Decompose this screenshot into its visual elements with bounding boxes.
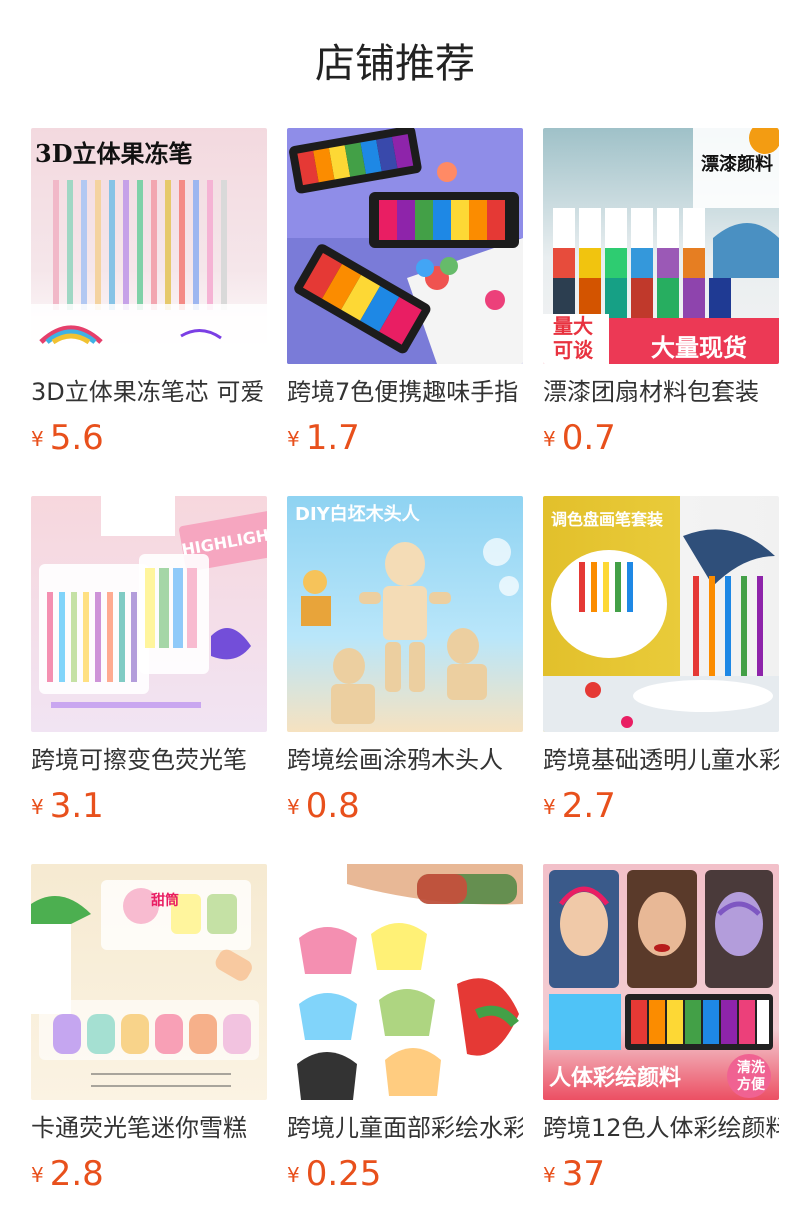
- currency-symbol: ¥: [287, 795, 300, 819]
- currency-symbol: ¥: [287, 427, 300, 451]
- currency-symbol: ¥: [287, 1163, 300, 1187]
- price-value: 2.8: [49, 1154, 104, 1194]
- product-image[interactable]: [287, 128, 523, 364]
- image-caption: 漂漆颜料: [701, 154, 773, 175]
- image-caption: 清洗方便: [737, 1060, 765, 1093]
- product-name[interactable]: 漂漆团扇材料包套装: [543, 376, 779, 408]
- product-image[interactable]: 人体彩绘颜料 清洗方便: [543, 864, 779, 1100]
- price-value: 2.7: [561, 786, 616, 826]
- product-name[interactable]: 3D立体果冻笔芯 可爱: [31, 376, 267, 408]
- product-name[interactable]: 跨境绘画涂鸦木头人: [287, 744, 523, 776]
- product-price: ¥0.25: [287, 1154, 381, 1194]
- product-price: ¥3.1: [31, 786, 104, 826]
- product-name[interactable]: 跨境可擦变色荧光笔: [31, 744, 267, 776]
- product-price: ¥0.8: [287, 786, 360, 826]
- product-image[interactable]: 甜筒: [31, 864, 267, 1100]
- currency-symbol: ¥: [543, 1163, 556, 1187]
- currency-symbol: ¥: [543, 427, 556, 451]
- price-value: 3.1: [49, 786, 104, 826]
- price-value: 0.25: [305, 1154, 382, 1194]
- product-image[interactable]: HIGHLIGHT: [31, 496, 267, 732]
- image-caption: 量大可谈: [553, 314, 593, 362]
- currency-symbol: ¥: [31, 1163, 44, 1187]
- currency-symbol: ¥: [31, 427, 44, 451]
- product-name[interactable]: 跨境基础透明儿童水彩: [543, 744, 779, 776]
- product-name[interactable]: 跨境12色人体彩绘颜料: [543, 1112, 779, 1144]
- product-name[interactable]: 跨境7色便携趣味手指: [287, 376, 523, 408]
- page-title: 店铺推荐: [315, 41, 475, 87]
- product-price: ¥37: [543, 1154, 605, 1194]
- image-caption: 调色盘画笔套装: [551, 510, 664, 529]
- price-value: 0.8: [305, 786, 360, 826]
- product-price: ¥1.7: [287, 418, 360, 458]
- product-name[interactable]: 卡通荧光笔迷你雪糕: [31, 1112, 267, 1144]
- product-price: ¥2.7: [543, 786, 616, 826]
- currency-symbol: ¥: [31, 795, 44, 819]
- image-caption: DIY白坯木头人: [295, 504, 420, 525]
- product-price: ¥5.6: [31, 418, 104, 458]
- product-image[interactable]: DIY白坯木头人: [287, 496, 523, 732]
- price-value: 37: [561, 1154, 605, 1194]
- product-price: ¥0.7: [543, 418, 616, 458]
- product-name[interactable]: 跨境儿童面部彩绘水彩: [287, 1112, 523, 1144]
- price-value: 5.6: [49, 418, 104, 458]
- image-caption: 3D立体果冻笔: [35, 139, 193, 168]
- price-value: 0.7: [561, 418, 616, 458]
- image-caption: 人体彩绘颜料: [549, 1066, 682, 1091]
- price-value: 1.7: [305, 418, 360, 458]
- image-caption: 大量现货: [651, 334, 747, 362]
- product-image[interactable]: [287, 864, 523, 1100]
- image-caption: 甜筒: [151, 893, 179, 909]
- product-image[interactable]: 调色盘画笔套装: [543, 496, 779, 732]
- currency-symbol: ¥: [543, 795, 556, 819]
- product-image[interactable]: 漂漆颜料 量大可谈 大量现货: [543, 128, 779, 364]
- product-image[interactable]: 3D立体果冻笔: [31, 128, 267, 364]
- product-price: ¥2.8: [31, 1154, 104, 1194]
